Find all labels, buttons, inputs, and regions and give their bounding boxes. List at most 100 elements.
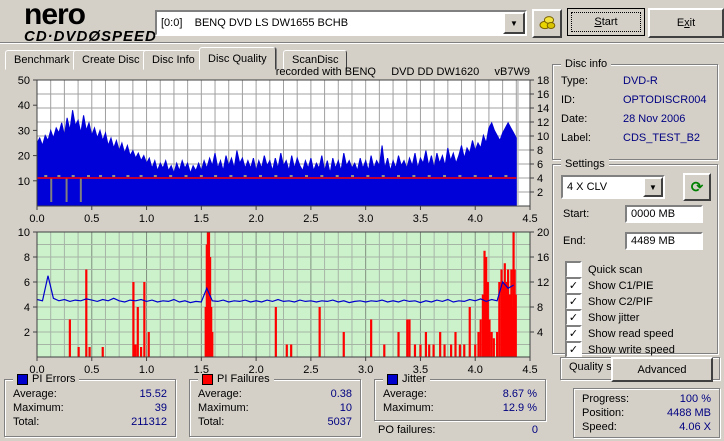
position-value: 4488 MB bbox=[666, 407, 711, 419]
checkbox-icon: ✓ bbox=[565, 325, 582, 342]
chevron-down-icon[interactable]: ▼ bbox=[503, 12, 525, 34]
nero-logo: nero CD·DVDØSPEED bbox=[24, 0, 174, 45]
tab-disc-quality[interactable]: Disc Quality bbox=[199, 47, 276, 70]
settings-title: Settings bbox=[561, 158, 609, 170]
start-position-row: Start: 0000 MB bbox=[563, 205, 703, 223]
svg-text:0.0: 0.0 bbox=[29, 213, 44, 224]
show-jitter-checkbox[interactable]: ✓ Show jitter bbox=[565, 309, 639, 326]
svg-text:10: 10 bbox=[18, 176, 30, 188]
tools-button[interactable] bbox=[532, 9, 562, 38]
quick-scan-checkbox[interactable]: Quick scan bbox=[565, 261, 642, 278]
svg-text:8: 8 bbox=[24, 252, 30, 264]
nero-logo-text: nero bbox=[24, 0, 86, 31]
jitter-legend-icon bbox=[387, 373, 398, 385]
show-c2-pif-checkbox[interactable]: ✓ Show C2/PIF bbox=[565, 293, 653, 310]
scan-speed-value: 4 X CLV bbox=[567, 181, 608, 193]
svg-text:1.0: 1.0 bbox=[139, 213, 154, 224]
tab-benchmark[interactable]: Benchmark bbox=[5, 50, 79, 70]
svg-text:4: 4 bbox=[537, 327, 543, 339]
show-read-speed-checkbox[interactable]: ✓ Show read speed bbox=[565, 325, 674, 342]
pi-errors-panel: PI Errors Average: 15.52 Maximum: 39 Total… bbox=[4, 373, 176, 437]
svg-text:0.5: 0.5 bbox=[84, 364, 99, 376]
svg-text:2.5: 2.5 bbox=[303, 213, 318, 224]
svg-text:40: 40 bbox=[18, 100, 30, 112]
pi-failures-panel: PI Failures Average: 0.38 Maximum: 10 Tota… bbox=[189, 373, 361, 437]
tab-create-disc[interactable]: Create Disc bbox=[73, 50, 149, 70]
svg-text:2.0: 2.0 bbox=[248, 213, 263, 224]
svg-text:4: 4 bbox=[537, 173, 543, 185]
drive-select[interactable]: [0:0] BENQ DVD LS DW1655 BCHB ▼ bbox=[155, 10, 527, 36]
exit-button[interactable]: Exit bbox=[648, 8, 724, 38]
svg-text:4: 4 bbox=[24, 302, 30, 314]
jitter-average-value: 8.67 % bbox=[502, 388, 537, 400]
speed-value: 4.06 X bbox=[679, 421, 711, 433]
svg-text:0.5: 0.5 bbox=[84, 213, 99, 224]
svg-text:12: 12 bbox=[537, 277, 549, 289]
pif-average-value: 0.38 bbox=[330, 388, 352, 400]
svg-text:3.5: 3.5 bbox=[413, 213, 428, 224]
svg-text:4.0: 4.0 bbox=[468, 364, 483, 376]
pie-average-value: 15.52 bbox=[139, 388, 167, 400]
jitter-maximum-value: 12.9 % bbox=[502, 402, 537, 414]
tools-icon bbox=[538, 14, 556, 33]
disc-label-value: CDS_TEST_B2 bbox=[623, 132, 701, 144]
checkbox-icon: ✓ bbox=[565, 293, 582, 310]
svg-text:10: 10 bbox=[18, 227, 30, 239]
end-position-row: End: 4489 MB bbox=[563, 232, 703, 250]
svg-text:16: 16 bbox=[537, 89, 549, 101]
svg-text:2: 2 bbox=[24, 327, 30, 339]
svg-text:20: 20 bbox=[18, 151, 30, 163]
pie-total-value: 211312 bbox=[131, 416, 167, 428]
svg-text:6: 6 bbox=[537, 159, 543, 171]
progress-value: 100 % bbox=[679, 393, 711, 405]
svg-text:8: 8 bbox=[537, 302, 543, 314]
refresh-button[interactable]: ⟳ bbox=[683, 173, 711, 201]
svg-text:18: 18 bbox=[537, 76, 549, 87]
svg-text:8: 8 bbox=[537, 145, 543, 157]
svg-text:3.0: 3.0 bbox=[358, 213, 373, 224]
start-position-field[interactable]: 0000 MB bbox=[625, 205, 703, 223]
checkbox-icon: ✓ bbox=[565, 309, 582, 326]
svg-text:3.0: 3.0 bbox=[358, 364, 373, 376]
settings-panel: Settings 4 X CLV ▼ ⟳ Start: 0000 MB End:… bbox=[552, 158, 718, 382]
disc-info-panel: Disc info Type: DVD-R ID: OPTODISCR004 Dat… bbox=[552, 58, 718, 160]
jitter-panel: Jitter Average: 8.67 % Maximum: 12.9 % bbox=[374, 373, 546, 421]
svg-text:4.0: 4.0 bbox=[468, 213, 483, 224]
svg-text:1.5: 1.5 bbox=[194, 213, 209, 224]
pi-failures-legend-icon bbox=[202, 373, 213, 385]
scan-speed-select[interactable]: 4 X CLV ▼ bbox=[561, 175, 665, 199]
svg-text:4.5: 4.5 bbox=[522, 213, 537, 224]
disc-type-label: Type: bbox=[561, 75, 588, 87]
pif-maximum-value: 10 bbox=[339, 402, 352, 414]
disc-info-title: Disc info bbox=[561, 58, 612, 70]
show-write-speed-checkbox[interactable]: ✓ Show write speed bbox=[565, 341, 675, 358]
svg-text:6: 6 bbox=[24, 277, 30, 289]
svg-text:14: 14 bbox=[537, 103, 549, 115]
svg-text:20: 20 bbox=[537, 227, 549, 239]
progress-panel: Progress: 100 % Position: 4488 MB Speed: 4.… bbox=[573, 388, 720, 438]
advanced-button[interactable]: Advanced bbox=[611, 357, 713, 382]
checkbox-icon bbox=[565, 261, 582, 278]
exit-button-label: Exit bbox=[676, 17, 696, 29]
svg-text:50: 50 bbox=[18, 76, 30, 87]
pif-total-value: 5037 bbox=[327, 416, 352, 428]
disc-id-value: OPTODISCR004 bbox=[623, 94, 707, 106]
disc-id-label: ID: bbox=[561, 94, 576, 106]
pi-errors-legend-icon bbox=[17, 373, 28, 385]
end-position-field[interactable]: 4489 MB bbox=[625, 232, 703, 250]
checkbox-icon: ✓ bbox=[565, 341, 582, 358]
jitter-title: Jitter bbox=[402, 373, 426, 385]
svg-text:30: 30 bbox=[18, 125, 30, 137]
pi-failures-title: PI Failures bbox=[217, 373, 270, 385]
start-button[interactable]: Start bbox=[567, 8, 645, 36]
show-c1-pie-checkbox[interactable]: ✓ Show C1/PIE bbox=[565, 277, 653, 294]
toolbar-separator bbox=[0, 42, 724, 44]
refresh-icon: ⟳ bbox=[690, 179, 704, 196]
po-failures-value: 0 bbox=[531, 424, 538, 436]
checkbox-icon: ✓ bbox=[565, 277, 582, 294]
svg-text:1.0: 1.0 bbox=[139, 364, 154, 376]
disc-label-label: Label: bbox=[561, 132, 591, 144]
svg-text:2: 2 bbox=[537, 187, 543, 199]
chevron-down-icon[interactable]: ▼ bbox=[643, 177, 663, 197]
pif-jitter-chart: 108642201612840.0 0.5 1.0 1.5 2.0 2.5 3.0 3.5 4.… bbox=[18, 227, 550, 376]
